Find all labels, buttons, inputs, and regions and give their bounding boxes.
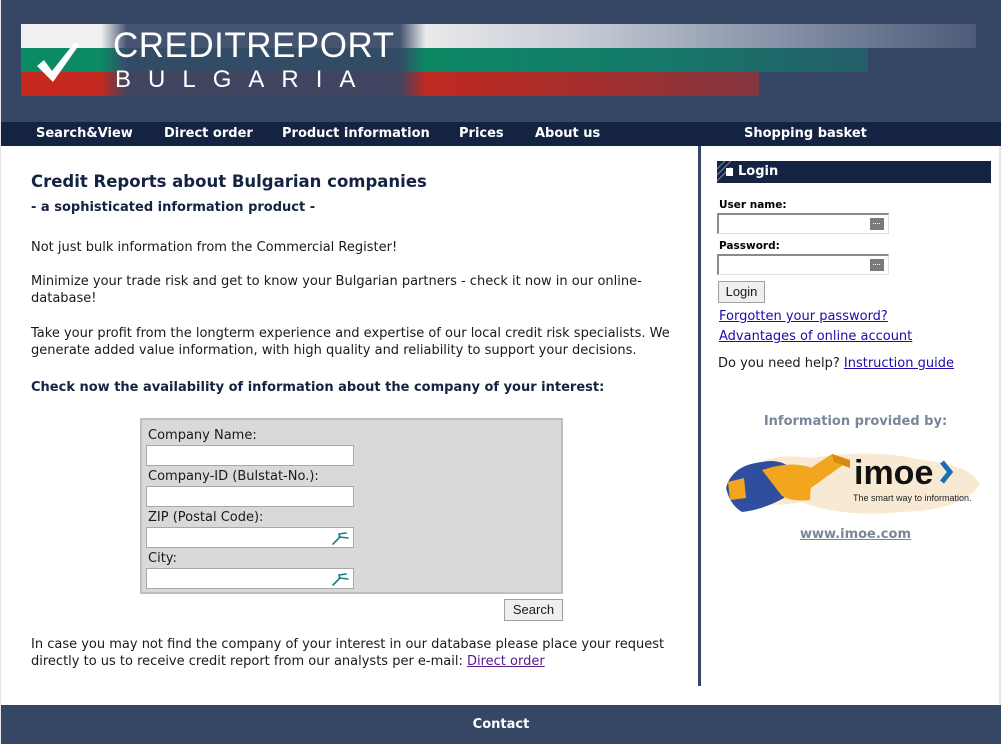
nav-search-view[interactable]: Search&View — [36, 122, 133, 146]
direct-order-note: In case you may not find the company of … — [31, 636, 691, 670]
password-manager-icon[interactable] — [870, 218, 884, 230]
password-manager-icon[interactable] — [870, 259, 884, 271]
password-input[interactable] — [717, 254, 889, 275]
company-search-form: Company Name: Company-ID (Bulstat-No.): … — [140, 418, 563, 594]
company-name-label: Company Name: — [148, 428, 257, 443]
intro-paragraph-3: Take your profit from the longterm exper… — [31, 326, 670, 358]
username-input[interactable] — [717, 213, 889, 234]
provider-heading: Information provided by: — [763, 414, 948, 429]
imoe-logo-tagline: The smart way to information. — [853, 493, 972, 503]
nav-about-us[interactable]: About us — [535, 122, 600, 146]
intro-paragraph-1: Not just bulk information from the Comme… — [31, 240, 398, 255]
provider-link-wrap: www.imoe.com — [718, 527, 993, 542]
nav-direct-order[interactable]: Direct order — [164, 122, 253, 146]
logo-title: CREDITREPORT — [113, 26, 395, 65]
intro-paragraph-2: Minimize your trade risk and get to know… — [31, 274, 642, 306]
logo-subtitle: BULGARIA — [115, 66, 373, 93]
city-input[interactable] — [146, 568, 354, 589]
square-bullet-icon — [726, 168, 733, 176]
zip-label: ZIP (Postal Code): — [148, 510, 264, 525]
instruction-guide-link[interactable]: Instruction guide — [844, 356, 954, 371]
company-id-label: Company-ID (Bulstat-No.): — [148, 469, 319, 484]
search-button[interactable]: Search — [504, 599, 563, 621]
forgot-password-link[interactable]: Forgotten your password? — [719, 309, 888, 324]
site-header: CREDITREPORT BULGARIA — [1, 0, 1001, 122]
imoe-logo-wordmark: imoe — [854, 454, 933, 492]
imoe-website-link[interactable]: www.imoe.com — [800, 527, 911, 542]
imoe-logo[interactable]: imoe The smart way to information. — [722, 440, 984, 520]
page-title: Credit Reports about Bulgarian companies — [31, 172, 427, 191]
zip-input[interactable] — [146, 527, 354, 548]
nav-shopping-basket[interactable]: Shopping basket — [744, 122, 867, 146]
availability-heading: Check now the availability of informatio… — [31, 380, 605, 395]
column-divider — [698, 146, 701, 686]
login-title: Login — [738, 164, 779, 179]
company-name-input[interactable] — [146, 445, 354, 466]
city-label: City: — [148, 551, 177, 566]
login-header: Login — [717, 161, 991, 183]
direct-order-link[interactable]: Direct order — [467, 654, 545, 669]
advantages-link[interactable]: Advantages of online account — [719, 329, 912, 344]
autocomplete-icon[interactable] — [331, 531, 349, 545]
nav-product-information[interactable]: Product information — [282, 122, 430, 146]
nav-prices[interactable]: Prices — [459, 122, 504, 146]
direct-order-note-text: In case you may not find the company of … — [31, 637, 665, 669]
help-line: Do you need help? Instruction guide — [718, 356, 954, 371]
help-text: Do you need help? — [718, 356, 840, 371]
main-nav: Search&View Direct order Product informa… — [1, 122, 1001, 146]
checkmark-icon — [37, 42, 79, 82]
company-id-input[interactable] — [146, 486, 354, 507]
brand-banner[interactable]: CREDITREPORT BULGARIA — [21, 24, 976, 96]
autocomplete-icon[interactable] — [331, 572, 349, 586]
page-subtitle: - a sophisticated information product - — [31, 200, 316, 215]
login-button[interactable]: Login — [718, 281, 765, 303]
password-label: Password: — [719, 240, 780, 252]
username-label: User name: — [719, 199, 787, 211]
contact-link[interactable]: Contact — [473, 717, 530, 732]
site-footer: Contact — [1, 705, 1001, 744]
